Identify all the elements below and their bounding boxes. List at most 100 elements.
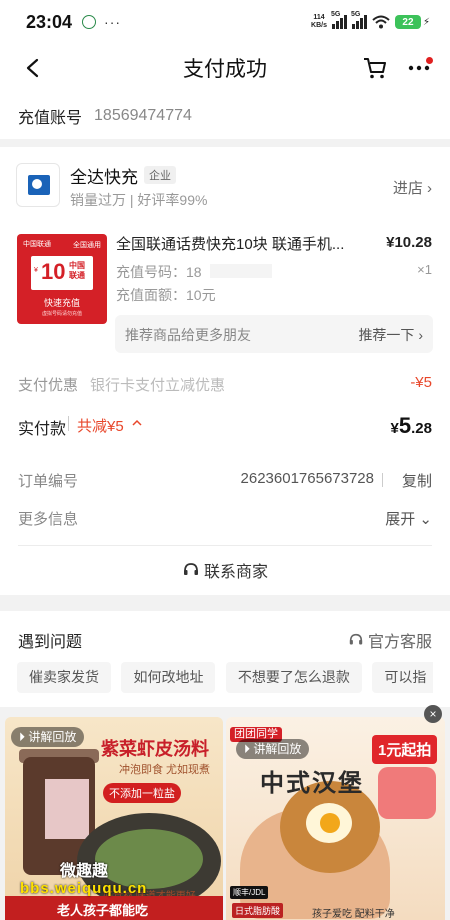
redacted-number — [210, 264, 272, 278]
battery-level: 22 — [394, 15, 421, 29]
actual-payment-row: 实付款 共减¥5 ¥5.28 — [18, 413, 432, 439]
discount-desc: 银行卡支付立减优惠 — [90, 377, 226, 394]
headset-icon — [183, 563, 198, 575]
feed-card-chinese-burger[interactable]: 团团同学 ⏵ 讲解回放 中式汉堡 1元起拍 顺丰/JDL 日式脂肪酸 孩子爱吃 … — [226, 717, 445, 920]
feed-left-bottom: 老人孩子都能吃 — [57, 903, 149, 918]
feed-left-badge: 不添加一粒盐 — [103, 783, 181, 803]
line1-label: 充值号码： — [116, 264, 186, 280]
thumb-fast: 快速充值 — [43, 298, 80, 308]
actual-big: 5 — [398, 413, 412, 438]
shop-row[interactable]: 全达快充 企业 销量过万 | 好评率99% 进店 › — [16, 161, 434, 211]
replay-tag-label: 讲解回放 — [28, 730, 77, 744]
chip-change-address[interactable]: 如何改地址 — [121, 662, 216, 693]
saved-amount[interactable]: 共减¥5 — [77, 415, 124, 436]
feed-left-sub: 冲泡即食 尤如现煮 — [119, 764, 211, 776]
notification-dot — [426, 57, 433, 64]
network-speed: 114 KB/s — [311, 14, 327, 30]
contact-merchant-button[interactable]: 联系商家 — [0, 555, 450, 585]
signal-1-icon: 5G — [331, 11, 347, 29]
back-arrow-icon[interactable] — [22, 57, 44, 79]
jar-label — [45, 779, 89, 839]
net-type-1: 5G — [330, 11, 341, 18]
wifi-icon — [372, 15, 390, 29]
replay-tag: ⏵ 讲解回放 — [236, 739, 310, 759]
order-separator — [382, 473, 383, 487]
product-thumbnail[interactable]: 中国联通 全国通用 ¥ 10 中国 联通 快速充值 虚拟号码请勿充值 — [17, 234, 107, 324]
feed-right-brand: 顺丰/JDL — [230, 886, 269, 899]
battery-icon: 22 ⚡ — [394, 15, 430, 29]
replay-tag-label: 讲解回放 — [253, 742, 302, 756]
actual-yen: ¥ — [390, 420, 399, 437]
discount-value: -¥5 — [410, 374, 432, 391]
more-info-label: 更多信息 — [18, 511, 79, 528]
payment-discount-row: 支付优惠 银行卡支付立减优惠 -¥5 — [18, 374, 432, 394]
more-info-row[interactable]: 更多信息 展开 ⌄ — [18, 508, 432, 530]
line1-value: 18 — [186, 264, 202, 280]
replay-tag: ⏵ 讲解回放 — [11, 727, 85, 747]
official-service-link[interactable]: 官方客服 — [348, 628, 432, 652]
status-more-icon: ··· — [104, 14, 122, 30]
recharge-account-row: 充值账号 18569474774 — [0, 92, 450, 139]
cart-icon[interactable] — [362, 56, 388, 80]
speed-unit: KB/s — [311, 22, 327, 29]
feed-right-title: 中式汉堡 — [260, 770, 364, 797]
feed-right-bottom-left: 日式脂肪酸 — [232, 903, 284, 918]
order-number-row: 订单编号 2623601765673728 复制 — [18, 470, 432, 492]
status-time: 23:04 — [26, 11, 73, 32]
thumb-corner: 全国通用 — [73, 242, 101, 249]
recommend-bar[interactable]: 推荐商品给更多朋友 推荐一下 › — [115, 315, 433, 353]
shop-name: 全达快充 — [70, 168, 138, 187]
copy-button[interactable]: 复制 — [402, 470, 432, 491]
charging-icon: ⚡ — [422, 16, 430, 28]
contact-label: 联系商家 — [203, 564, 268, 581]
recommend-button[interactable]: 推荐一下 › — [358, 325, 423, 345]
product-title[interactable]: 全国联通话费快充10块 联通手机... — [116, 233, 386, 254]
recharge-number: 18569474774 — [94, 106, 192, 124]
product-quantity: ×1 — [417, 262, 432, 277]
headset-icon — [349, 633, 363, 645]
page-title: 支付成功 — [183, 58, 267, 81]
chip-urge-ship[interactable]: 催卖家发货 — [17, 662, 111, 693]
chevron-up-icon[interactable] — [131, 417, 143, 429]
status-bar: 23:04 ··· 114 KB/s 5G 5G 22 ⚡ — [0, 0, 450, 44]
thumb-yen: ¥ — [34, 267, 38, 274]
enter-shop-link[interactable]: 进店 › — [393, 177, 432, 198]
discount-label: 支付优惠 — [18, 377, 79, 394]
speed-value: 114 — [313, 14, 325, 21]
problem-card: 遇到问题 官方客服 催卖家发货 如何改地址 不想要了怎么退款 可以指 — [0, 611, 450, 707]
actual-small: .28 — [411, 420, 432, 437]
feed-right-promo: 1元起拍 — [372, 735, 438, 764]
watermark-url: bbs.weiququ.cn — [20, 880, 148, 897]
shop-type-badge: 企业 — [144, 166, 176, 184]
expand-button[interactable]: 展开 ⌄ — [385, 508, 432, 529]
order-card: 全达快充 企业 销量过万 | 好评率99% 进店 › 中国联通 全国通用 ¥ 1… — [0, 147, 450, 595]
recharge-label: 充值账号 — [18, 109, 83, 127]
shop-logo — [16, 163, 60, 207]
actual-separator — [68, 416, 69, 431]
close-icon[interactable]: × — [424, 705, 442, 723]
watermark-title: 微趣趣 — [60, 863, 109, 880]
problem-title: 遇到问题 — [18, 634, 83, 651]
actual-label: 实付款 — [18, 421, 67, 438]
service-label: 官方客服 — [367, 634, 432, 651]
chip-more[interactable]: 可以指 — [372, 662, 433, 693]
chip-refund[interactable]: 不想要了怎么退款 — [225, 662, 362, 693]
gift-image — [378, 767, 436, 819]
recharge-amount-line: 充值面额：10元 — [116, 287, 216, 303]
problem-chips: 催卖家发货 如何改地址 不想要了怎么退款 可以指 — [17, 662, 433, 694]
recommend-text: 推荐商品给更多朋友 — [125, 327, 251, 343]
thumb-brand: 中国联通 — [23, 241, 51, 248]
order-number-label: 订单编号 — [18, 473, 79, 490]
recharge-number-line: 充值号码：18 — [116, 262, 202, 282]
yolk-image — [320, 813, 340, 833]
signal-2-icon: 5G — [351, 11, 367, 29]
nav-bar: 支付成功 — [0, 44, 450, 92]
shop-logo-dot — [32, 179, 42, 189]
product-price: ¥10.28 — [386, 234, 432, 251]
thumb-carrier: 中国 联通 — [69, 261, 85, 280]
app-notification-icon — [82, 15, 97, 29]
actual-price: ¥5.28 — [391, 413, 432, 439]
shop-stats: 销量过万 | 好评率99% — [70, 192, 208, 208]
feed-right-bottom-right: 孩子爱吃 配料干净 — [312, 909, 395, 920]
order-number-value: 2623601765673728 — [240, 470, 374, 487]
